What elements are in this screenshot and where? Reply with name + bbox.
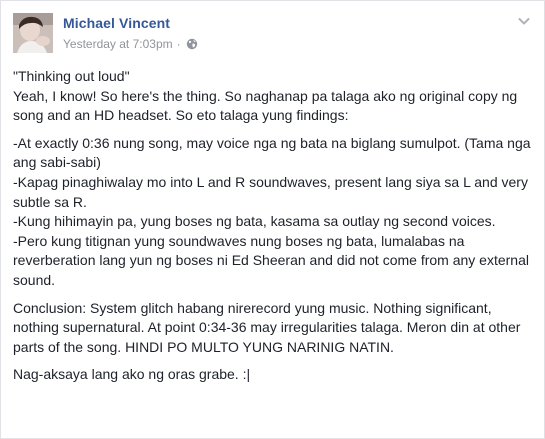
post-paragraph: Nag-aksaya lang ako ng oras grabe. :| bbox=[13, 366, 251, 383]
post-paragraph: -At exactly 0:36 nung song, may voice ng… bbox=[13, 134, 531, 288]
post-paragraph: Conclusion: System glitch habang nirerec… bbox=[13, 299, 521, 355]
post-paragraph: "Thinking out loud" Yeah, I know! So her… bbox=[13, 68, 518, 124]
post-meta: Yesterday at 7:03pm · bbox=[63, 37, 198, 51]
chevron-down-icon[interactable] bbox=[516, 13, 532, 29]
author-name[interactable]: Michael Vincent bbox=[63, 15, 170, 31]
post-body: "Thinking out loud" Yeah, I know! So her… bbox=[13, 67, 535, 393]
post-timestamp[interactable]: Yesterday at 7:03pm bbox=[63, 37, 173, 51]
meta-separator: · bbox=[176, 37, 181, 51]
avatar[interactable] bbox=[13, 13, 53, 53]
post-card: Michael Vincent Yesterday at 7:03pm · "T… bbox=[0, 0, 545, 439]
globe-icon[interactable] bbox=[186, 38, 198, 50]
avatar-photo bbox=[13, 13, 53, 53]
